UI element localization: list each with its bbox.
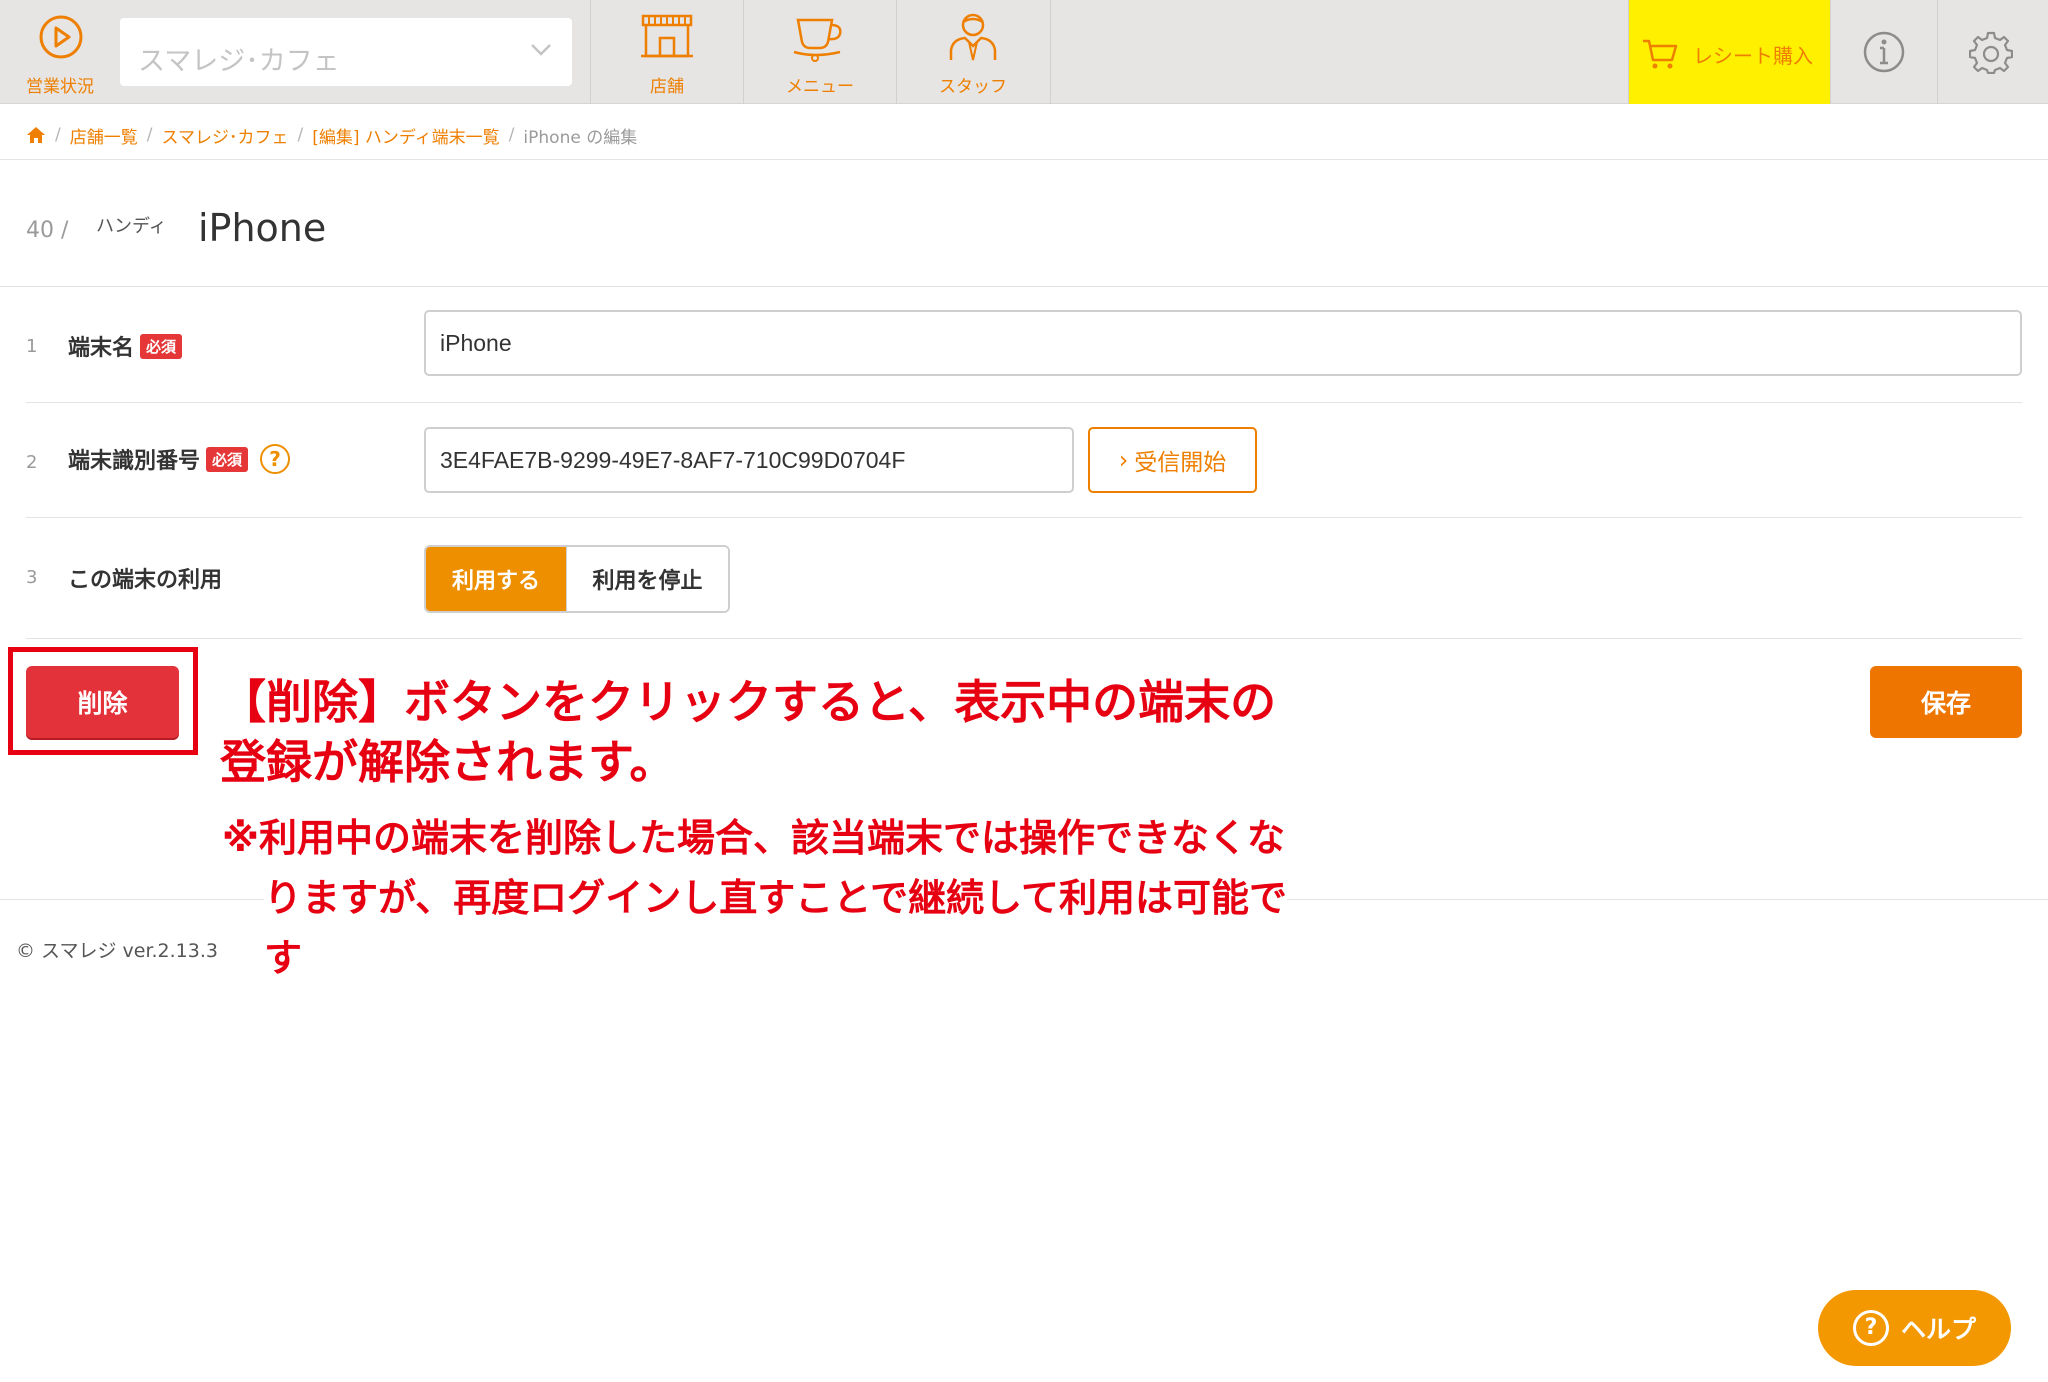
save-button[interactable]: 保存 bbox=[1870, 666, 2022, 738]
store-icon bbox=[641, 14, 693, 58]
store-select[interactable]: スマレジ･カフェ bbox=[120, 18, 572, 86]
breadcrumb-current: iPhone の編集 bbox=[523, 127, 638, 148]
breadcrumb-store-list[interactable]: 店舗一覧 bbox=[70, 123, 138, 148]
play-circle-icon bbox=[39, 15, 83, 59]
top-bar: 営業状況 スマレジ･カフェ 店舗 メニュー スタッフ レシート購入 bbox=[0, 0, 2048, 104]
help-icon[interactable]: ? bbox=[260, 444, 291, 474]
help-label: ヘルプ bbox=[1900, 1315, 1976, 1344]
help-button[interactable]: ? ヘルプ bbox=[1818, 1290, 2011, 1366]
annotation-note-text: ※利用中の端末を削除した場合、該当端末では操作できなくなりますが、再度ログインし… bbox=[222, 816, 1287, 980]
cart-icon bbox=[1643, 39, 1678, 69]
row-number: 1 bbox=[26, 336, 38, 357]
breadcrumb: / 店舗一覧 / スマレジ･カフェ / [編集] ハンディ端末一覧 / iPho… bbox=[26, 122, 637, 148]
store-select-value: スマレジ･カフェ bbox=[138, 46, 340, 77]
business-status-label: 営業状況 bbox=[26, 77, 94, 97]
breadcrumb-separator: / bbox=[297, 125, 304, 145]
nav-menu[interactable]: メニュー bbox=[743, 0, 896, 104]
divider bbox=[0, 286, 2048, 287]
business-status-button[interactable]: 営業状況 bbox=[0, 0, 120, 104]
nav-staff[interactable]: スタッフ bbox=[896, 0, 1049, 104]
device-name-label-text: 端末名 bbox=[68, 336, 135, 361]
device-name-label: 端末名 必須 bbox=[68, 330, 183, 362]
info-button[interactable] bbox=[1830, 0, 1937, 104]
start-receive-button[interactable]: › 受信開始 bbox=[1088, 427, 1257, 493]
nav-menu-label: メニュー bbox=[786, 77, 854, 97]
breadcrumb-handy-list[interactable]: [編集] ハンディ端末一覧 bbox=[312, 123, 499, 148]
device-type-label: ハンディ bbox=[96, 216, 167, 237]
info-icon bbox=[1863, 31, 1905, 73]
breadcrumb-separator: / bbox=[508, 125, 515, 145]
device-id-label-text: 端末識別番号 bbox=[68, 449, 201, 474]
receipt-purchase-button[interactable]: レシート購入 bbox=[1628, 0, 1830, 104]
device-name-input[interactable]: iPhone bbox=[424, 310, 2022, 376]
breadcrumb-separator: / bbox=[146, 125, 153, 145]
required-badge: 必須 bbox=[140, 333, 183, 359]
nav-store-label: 店舗 bbox=[650, 77, 684, 97]
chevron-down-icon bbox=[531, 44, 551, 56]
required-badge: 必須 bbox=[206, 446, 249, 472]
page-title: iPhone bbox=[198, 206, 327, 250]
divider bbox=[26, 517, 2022, 518]
use-option[interactable]: 利用する bbox=[426, 547, 566, 611]
receipt-purchase-label: レシート購入 bbox=[1693, 44, 1813, 68]
nav-divider bbox=[1050, 0, 1051, 104]
settings-button[interactable] bbox=[1937, 0, 2044, 104]
nav-store[interactable]: 店舗 bbox=[590, 0, 743, 104]
divider bbox=[26, 402, 2022, 403]
row-number: 3 bbox=[26, 567, 38, 588]
annotation-main-text: 【削除】ボタンをクリックすると、表示中の端末の登録が解除されます。 bbox=[220, 675, 1277, 789]
divider bbox=[0, 159, 2048, 160]
usage-toggle: 利用する 利用を停止 bbox=[424, 545, 730, 613]
page-number: 40 / bbox=[26, 218, 69, 243]
device-id-label: 端末識別番号 必須 ? bbox=[68, 443, 291, 475]
chevron-right-icon: › bbox=[1118, 446, 1129, 474]
home-icon[interactable] bbox=[26, 126, 46, 144]
device-usage-label-text: この端末の利用 bbox=[68, 568, 223, 593]
gear-icon bbox=[1969, 31, 2013, 74]
question-icon: ? bbox=[1852, 1310, 1889, 1346]
footer-copyright: © スマレジ ver.2.13.3 bbox=[16, 940, 218, 962]
device-usage-label: この端末の利用 bbox=[68, 562, 222, 594]
device-id-input[interactable]: 3E4FAE7B-9299-49E7-8AF7-710C99D0704F bbox=[424, 427, 1074, 493]
breadcrumb-store[interactable]: スマレジ･カフェ bbox=[161, 123, 288, 148]
breadcrumb-separator: / bbox=[55, 125, 61, 145]
coffee-cup-icon bbox=[793, 18, 842, 62]
nav-staff-label: スタッフ bbox=[939, 77, 1007, 97]
staff-person-icon bbox=[949, 13, 997, 61]
annotation-note: ※利用中の端末を削除した場合、該当端末では操作できなくなりますが、再度ログインし… bbox=[222, 808, 1302, 988]
start-receive-label: 受信開始 bbox=[1134, 450, 1227, 476]
delete-button[interactable]: 削除 bbox=[26, 666, 179, 738]
divider bbox=[26, 638, 2022, 639]
stop-use-option[interactable]: 利用を停止 bbox=[566, 547, 728, 611]
row-number: 2 bbox=[26, 452, 38, 473]
